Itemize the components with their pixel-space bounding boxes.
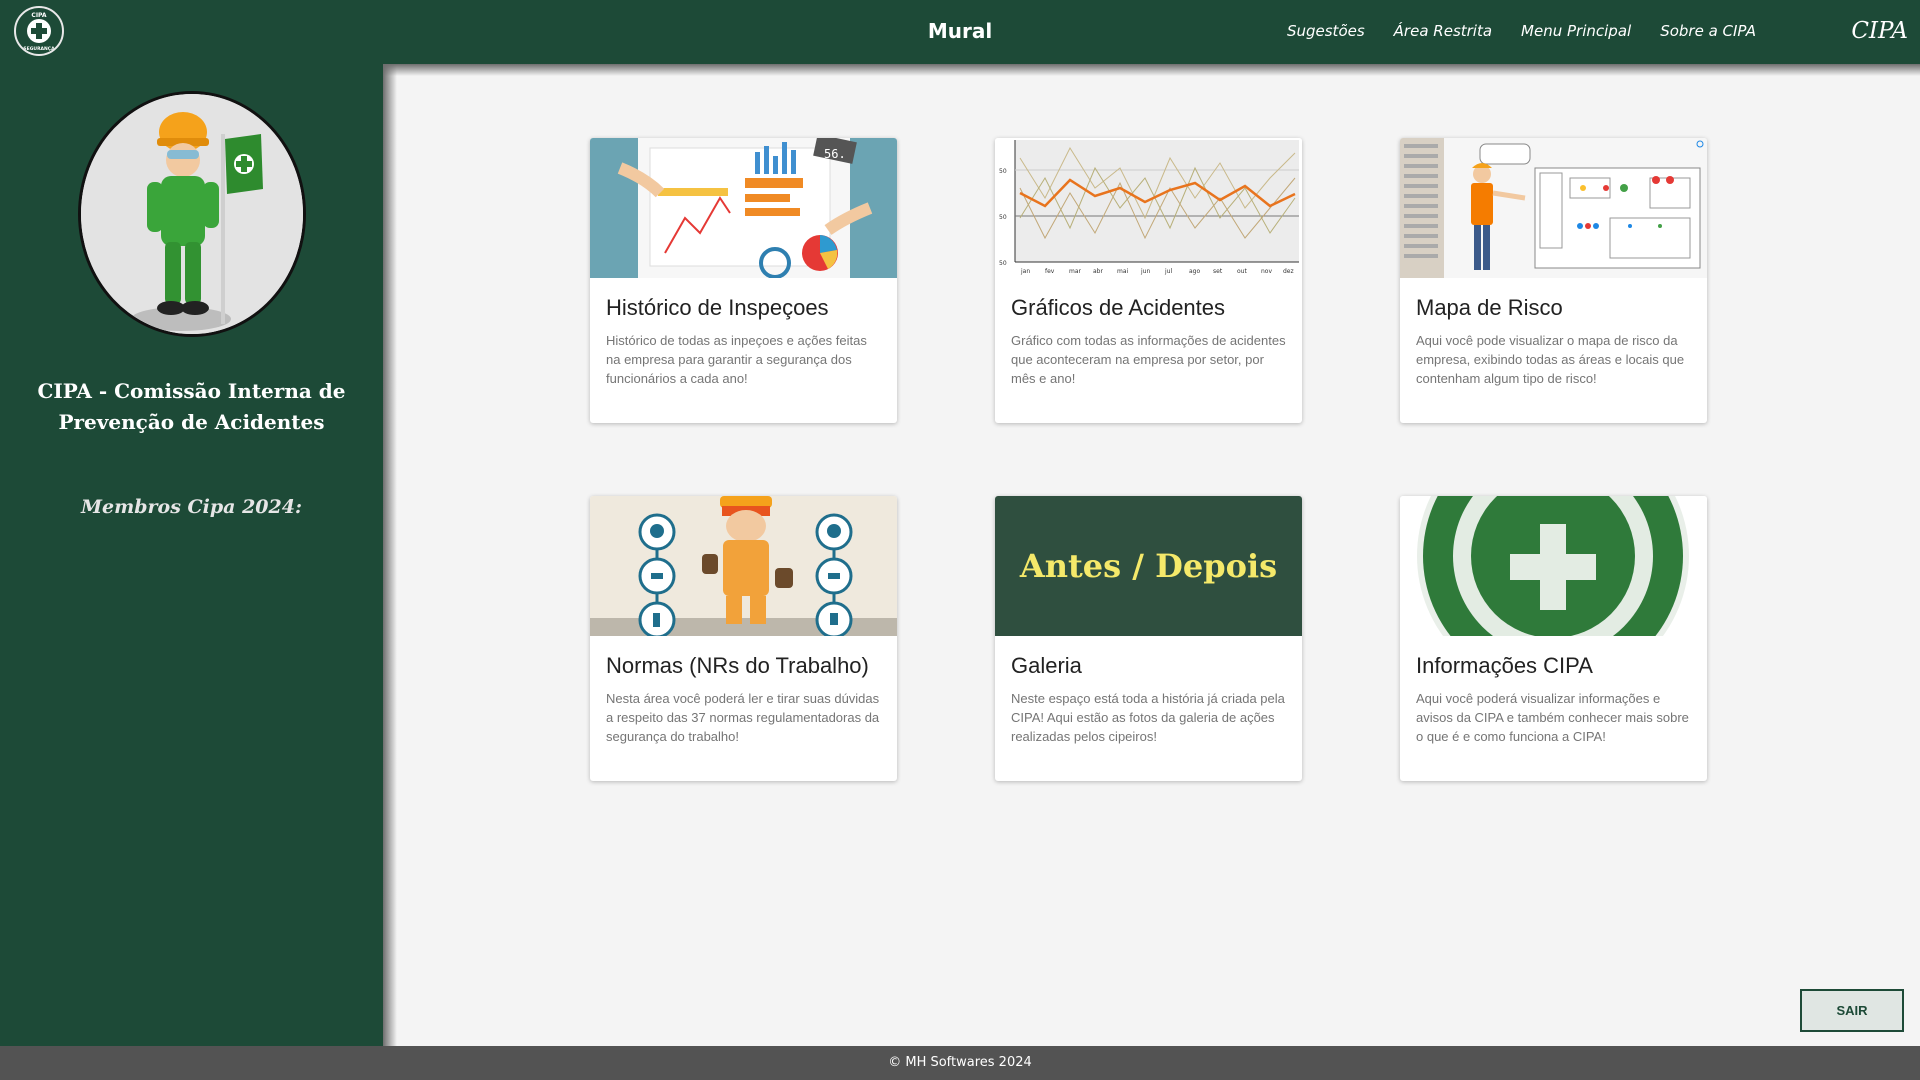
card-historico-inspecoes[interactable]: 56. Histórico de Inspeçoes Histórico de …: [590, 138, 897, 423]
card-title: Galeria: [1011, 653, 1082, 678]
nav-link-area-restrita[interactable]: Área Restrita: [1394, 22, 1492, 40]
x-tick: mai: [1117, 268, 1129, 275]
x-tick: fev: [1045, 268, 1055, 275]
x-tick: abr: [1093, 268, 1103, 275]
cipa-badge-image: [1400, 496, 1707, 636]
x-tick: jul: [1164, 268, 1172, 275]
card-galeria[interactable]: Antes / Depois Galeria Neste espaço está…: [995, 496, 1302, 781]
top-bar: CIPA SEGURANÇA Mural Sugestões Área Rest…: [0, 0, 1920, 64]
members-label: Membros Cipa 2024:: [81, 496, 302, 518]
gallery-banner: Antes / Depois: [995, 496, 1302, 636]
card-normas[interactable]: Normas (NRs do Trabalho) Nesta área você…: [590, 496, 897, 781]
logo-bottom-text: SEGURANÇA: [23, 46, 55, 52]
card-description: Aqui você poderá visualizar informações …: [1416, 691, 1689, 744]
x-tick: set: [1213, 268, 1223, 275]
card-description: Histórico de todas as inpeçoes e ações f…: [606, 333, 867, 386]
mascot-illustration: [81, 94, 303, 334]
sidebar-title: CIPA - Comissão Interna de Prevenção de …: [37, 379, 346, 434]
card-description: Neste espaço está toda a história já cri…: [1011, 691, 1285, 744]
y-tick: 50: [999, 214, 1007, 221]
x-tick: jan: [1020, 268, 1030, 275]
header-shadow: [383, 64, 1920, 76]
nav-link-sobre-cipa[interactable]: Sobre a CIPA: [1660, 22, 1756, 40]
card-description: Aqui você pode visualizar o mapa de risc…: [1416, 333, 1685, 386]
card-description: Gráfico com todas as informações de acid…: [1011, 333, 1286, 386]
calculator-text: 56.: [824, 147, 846, 161]
nav-link-menu-principal[interactable]: Menu Principal: [1521, 22, 1631, 40]
footer: © MH Softwares 2024: [0, 1046, 1920, 1080]
inspection-image: 56.: [590, 138, 897, 278]
accidents-chart-image: 50 50 50 jan fev mar abr mai jun jul ago…: [995, 138, 1302, 278]
sidebar: CIPA - Comissão Interna de Prevenção de …: [0, 64, 383, 1046]
main-nav: Sugestões Área Restrita Menu Principal S…: [1287, 22, 1756, 40]
sidebar-shadow: [383, 64, 397, 1046]
gallery-banner-text: Antes / Depois: [1019, 547, 1278, 585]
safety-norms-image: [590, 496, 897, 636]
x-tick: out: [1237, 268, 1247, 275]
x-tick: ago: [1189, 268, 1200, 275]
card-description: Nesta área você poderá ler e tirar suas …: [606, 691, 880, 744]
card-mapa-risco[interactable]: Mapa de Risco Aqui você pode visualizar …: [1400, 138, 1707, 423]
card-informacoes-cipa[interactable]: Informações CIPA Aqui você poderá visual…: [1400, 496, 1707, 781]
x-tick: mar: [1069, 268, 1082, 275]
card-title: Gráficos de Acidentes: [1011, 295, 1226, 320]
x-tick: jun: [1140, 268, 1150, 275]
card-graficos-acidentes[interactable]: 50 50 50 jan fev mar abr mai jun jul ago…: [995, 138, 1302, 423]
card-title: Informações CIPA: [1416, 653, 1593, 678]
logout-button[interactable]: SAIR: [1800, 989, 1904, 1032]
card-title: Histórico de Inspeçoes: [606, 295, 829, 320]
x-tick: dez: [1283, 268, 1294, 275]
logo-top-text: CIPA: [31, 12, 46, 19]
brand-label[interactable]: CIPA: [1851, 18, 1908, 44]
x-tick: nov: [1261, 268, 1272, 275]
card-title: Normas (NRs do Trabalho): [606, 653, 869, 678]
y-tick: 50: [999, 260, 1007, 267]
card-title: Mapa de Risco: [1416, 295, 1563, 320]
y-tick: 50: [999, 168, 1007, 175]
mascot-avatar: [78, 91, 306, 337]
risk-map-image: [1400, 138, 1707, 278]
nav-link-sugestoes[interactable]: Sugestões: [1287, 22, 1365, 40]
